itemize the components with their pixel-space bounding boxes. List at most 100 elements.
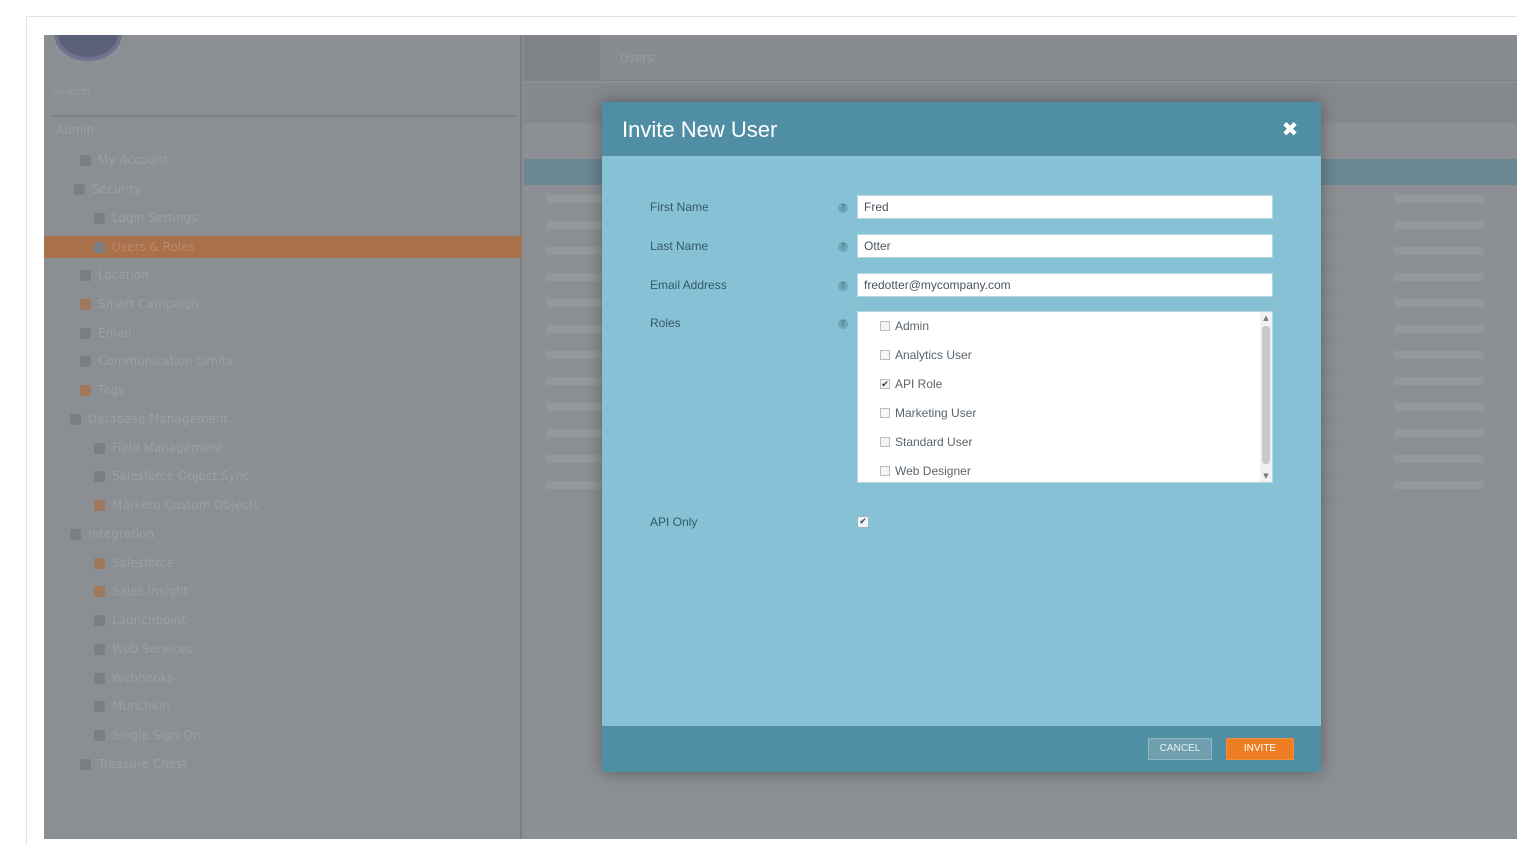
invite-user-dialog: Invite New User ✖ First Name ? Last Name… xyxy=(602,102,1321,772)
sidebar-item[interactable]: Communication Limits xyxy=(80,350,232,372)
sidebar-item-label: Treasure Chest xyxy=(98,757,188,771)
campaign-icon xyxy=(80,298,91,310)
sidebar-item[interactable]: Tags xyxy=(80,379,125,401)
sidebar-item-label: Tags xyxy=(98,383,125,397)
users-icon xyxy=(94,241,105,253)
gear-icon xyxy=(94,212,105,224)
sidebar-item-label: Users & Roles xyxy=(112,240,195,254)
scrollbar-thumb[interactable] xyxy=(1262,326,1270,464)
integration-icon xyxy=(70,528,81,540)
cell-placeholder xyxy=(546,377,606,385)
role-option[interactable]: Analytics User xyxy=(880,346,972,364)
sidebar-item[interactable]: Field Management xyxy=(94,437,223,459)
cell-placeholder xyxy=(546,429,606,437)
first-name-input[interactable] xyxy=(857,195,1273,219)
sidebar-item[interactable]: Database Management xyxy=(70,408,228,430)
sidebar-item-label: Munchkin xyxy=(112,699,170,713)
checkbox-icon[interactable] xyxy=(880,321,890,331)
checked-checkbox-icon[interactable]: ✔ xyxy=(880,379,890,389)
tab-home[interactable] xyxy=(524,35,600,81)
help-icon[interactable]: ? xyxy=(838,319,848,329)
sidebar-item[interactable]: Munchkin xyxy=(94,695,170,717)
checkbox-icon[interactable] xyxy=(880,466,890,476)
cell-placeholder xyxy=(1394,325,1484,333)
role-option[interactable]: ✔ API Role xyxy=(880,375,942,393)
help-icon[interactable]: ? xyxy=(838,242,848,252)
sidebar-item-label: Salesforce Object Sync xyxy=(112,469,250,483)
cell-placeholder xyxy=(1394,403,1484,411)
sidebar-item[interactable]: Salesforce xyxy=(94,552,174,574)
cell-placeholder xyxy=(1394,247,1484,255)
dialog-header: Invite New User ✖ xyxy=(602,102,1321,156)
last-name-input[interactable] xyxy=(857,234,1273,258)
field-icon xyxy=(94,442,105,454)
salesforce-icon xyxy=(94,557,105,569)
sidebar-item-label: Location xyxy=(98,268,149,282)
sidebar-item[interactable]: Single Sign-On xyxy=(94,724,201,746)
sidebar-item[interactable]: Launchpoint xyxy=(94,609,186,631)
sidebar-section-admin[interactable]: Admin xyxy=(56,119,94,141)
sidebar-item[interactable]: My Account xyxy=(80,149,168,171)
role-option[interactable]: Marketing User xyxy=(880,404,976,422)
scroll-up-icon[interactable]: ▲ xyxy=(1262,314,1270,322)
cell-placeholder xyxy=(546,351,606,359)
sidebar-item[interactable]: Sales Insight xyxy=(94,580,188,602)
sidebar-item-label: Integration xyxy=(88,527,155,541)
sidebar-item[interactable]: Email xyxy=(80,322,131,344)
sidebar-item[interactable]: Login Settings xyxy=(94,207,197,229)
cell-placeholder xyxy=(546,403,606,411)
sidebar-item-label: Single Sign-On xyxy=(112,728,201,742)
admin-sidebar: Search Admin My Account Security Login Set… xyxy=(44,35,522,839)
cell-placeholder xyxy=(1394,377,1484,385)
email-input[interactable] xyxy=(857,273,1273,297)
cell-placeholder xyxy=(546,481,606,489)
role-option[interactable]: Admin xyxy=(880,317,929,335)
role-option[interactable]: Web Designer xyxy=(880,462,971,480)
cell-placeholder xyxy=(1394,455,1484,463)
sidebar-item[interactable]: Location xyxy=(80,264,149,286)
sidebar-item[interactable]: Security xyxy=(74,178,141,200)
invite-button[interactable]: INVITE xyxy=(1226,738,1294,760)
sidebar-item-label: Field Management xyxy=(112,441,223,455)
sidebar-item-label: Smart Campaign xyxy=(98,297,200,311)
globe-icon xyxy=(80,269,91,281)
sidebar-item[interactable]: Marketo Custom Objects xyxy=(94,494,260,516)
role-option[interactable]: Standard User xyxy=(880,433,972,451)
sidebar-item[interactable]: Treasure Chest xyxy=(80,753,187,775)
scroll-down-icon[interactable]: ▼ xyxy=(1262,472,1270,480)
sidebar-item[interactable]: Users & Roles xyxy=(44,236,522,258)
sidebar-item[interactable]: Web Services xyxy=(94,638,193,660)
checkbox-icon[interactable] xyxy=(880,437,890,447)
api-only-checkbox[interactable]: ✔ xyxy=(857,516,869,528)
help-icon[interactable]: ? xyxy=(838,203,848,213)
sidebar-item[interactable]: Smart Campaign xyxy=(80,293,199,315)
checkbox-icon[interactable] xyxy=(880,408,890,418)
chest-icon xyxy=(80,758,91,770)
checkbox-icon[interactable] xyxy=(880,350,890,360)
cell-placeholder xyxy=(546,195,606,203)
person-icon xyxy=(80,154,91,166)
sidebar-item-label: Marketo Custom Objects xyxy=(112,498,260,512)
roles-scrollbar[interactable]: ▲ ▼ xyxy=(1260,312,1272,482)
sidebar-item[interactable]: Webhooks xyxy=(94,667,174,689)
lock-icon xyxy=(74,183,85,195)
sidebar-item-label: Launchpoint xyxy=(112,613,187,627)
sidebar-divider xyxy=(50,115,516,117)
sidebar-search[interactable]: Search xyxy=(52,85,512,107)
sidebar-section-label: Admin xyxy=(56,123,95,137)
insight-icon xyxy=(94,585,105,597)
help-icon[interactable]: ? xyxy=(838,281,848,291)
cell-placeholder xyxy=(1394,273,1484,281)
tab-users[interactable]: Users xyxy=(620,51,654,65)
api-only-label: API Only xyxy=(650,515,698,529)
cancel-button[interactable]: CANCEL xyxy=(1148,738,1212,760)
sidebar-item[interactable]: Integration xyxy=(70,523,154,545)
close-icon[interactable]: ✖ xyxy=(1280,119,1300,139)
roles-listbox[interactable]: Admin Analytics User ✔ API Role Marketing Us… xyxy=(857,311,1273,483)
main-tab-bar: Users xyxy=(524,35,1517,81)
sidebar-item[interactable]: Salesforce Object Sync xyxy=(94,465,250,487)
webhook-icon xyxy=(94,672,105,684)
sso-icon xyxy=(94,729,105,741)
role-option-label: Standard User xyxy=(895,435,973,449)
objects-icon xyxy=(94,499,105,511)
